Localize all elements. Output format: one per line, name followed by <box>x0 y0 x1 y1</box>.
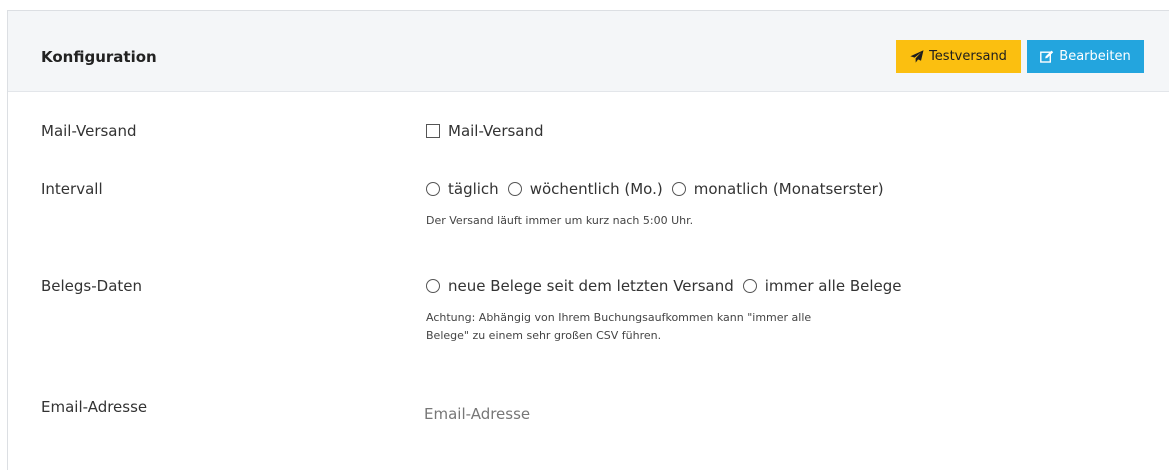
edit-button[interactable]: Bearbeiten <box>1027 40 1144 73</box>
intervall-option-monthly-label: monatlich (Monatserster) <box>693 180 884 198</box>
radio-all-belege[interactable] <box>742 279 757 293</box>
edit-label: Bearbeiten <box>1059 49 1131 64</box>
radio-monthly[interactable] <box>671 182 686 196</box>
belegs-option-new[interactable]: neue Belege seit dem letzten Versand <box>426 276 734 296</box>
radio-weekly[interactable] <box>507 182 522 196</box>
email-label: Email-Adresse <box>41 398 148 416</box>
intervall-option-daily[interactable]: täglich <box>426 179 499 199</box>
belegs-daten-help-text: Achtung: Abhängig von Ihrem Buchungsaufk… <box>426 309 896 345</box>
radio-new-belege[interactable] <box>426 279 440 293</box>
intervall-help-text: Der Versand läuft immer um kurz nach 5:0… <box>426 214 694 227</box>
intervall-option-daily-label: täglich <box>448 180 499 198</box>
belegs-option-all[interactable]: immer alle Belege <box>742 276 902 296</box>
mail-versand-checkbox-field[interactable]: Mail-Versand <box>426 121 544 141</box>
panel-header: Konfiguration Testversand Bearbeiten <box>8 11 1169 92</box>
belegs-daten-label: Belegs-Daten <box>41 277 143 295</box>
belegs-daten-help-line-1: Achtung: Abhängig von Ihrem Buchungsaufk… <box>426 311 812 324</box>
intervall-label: Intervall <box>41 180 103 198</box>
paper-plane-icon <box>910 50 924 63</box>
intervall-option-monthly[interactable]: monatlich (Monatserster) <box>671 179 884 199</box>
configuration-panel: Konfiguration Testversand Bearbeiten Mai… <box>7 10 1169 470</box>
mail-versand-checkbox-label: Mail-Versand <box>448 122 544 140</box>
panel-title: Konfiguration <box>41 48 157 66</box>
mail-versand-label: Mail-Versand <box>41 122 137 140</box>
email-input[interactable] <box>416 397 896 431</box>
belegs-daten-radio-group: neue Belege seit dem letzten Versand imm… <box>426 276 910 296</box>
radio-daily[interactable] <box>426 182 440 196</box>
belegs-daten-help-line-2: Belege" zu einem sehr großen CSV führen. <box>426 329 662 342</box>
belegs-option-all-label: immer alle Belege <box>764 277 902 295</box>
intervall-option-weekly-label: wöchentlich (Mo.) <box>529 180 663 198</box>
test-send-button[interactable]: Testversand <box>896 40 1021 73</box>
belegs-option-new-label: neue Belege seit dem letzten Versand <box>448 277 734 295</box>
mail-versand-checkbox[interactable] <box>426 124 440 138</box>
intervall-option-weekly[interactable]: wöchentlich (Mo.) <box>507 179 663 199</box>
edit-icon <box>1040 50 1054 63</box>
test-send-label: Testversand <box>929 49 1007 64</box>
intervall-radio-group: täglich wöchentlich (Mo.) monatlich (Mon… <box>426 179 893 199</box>
